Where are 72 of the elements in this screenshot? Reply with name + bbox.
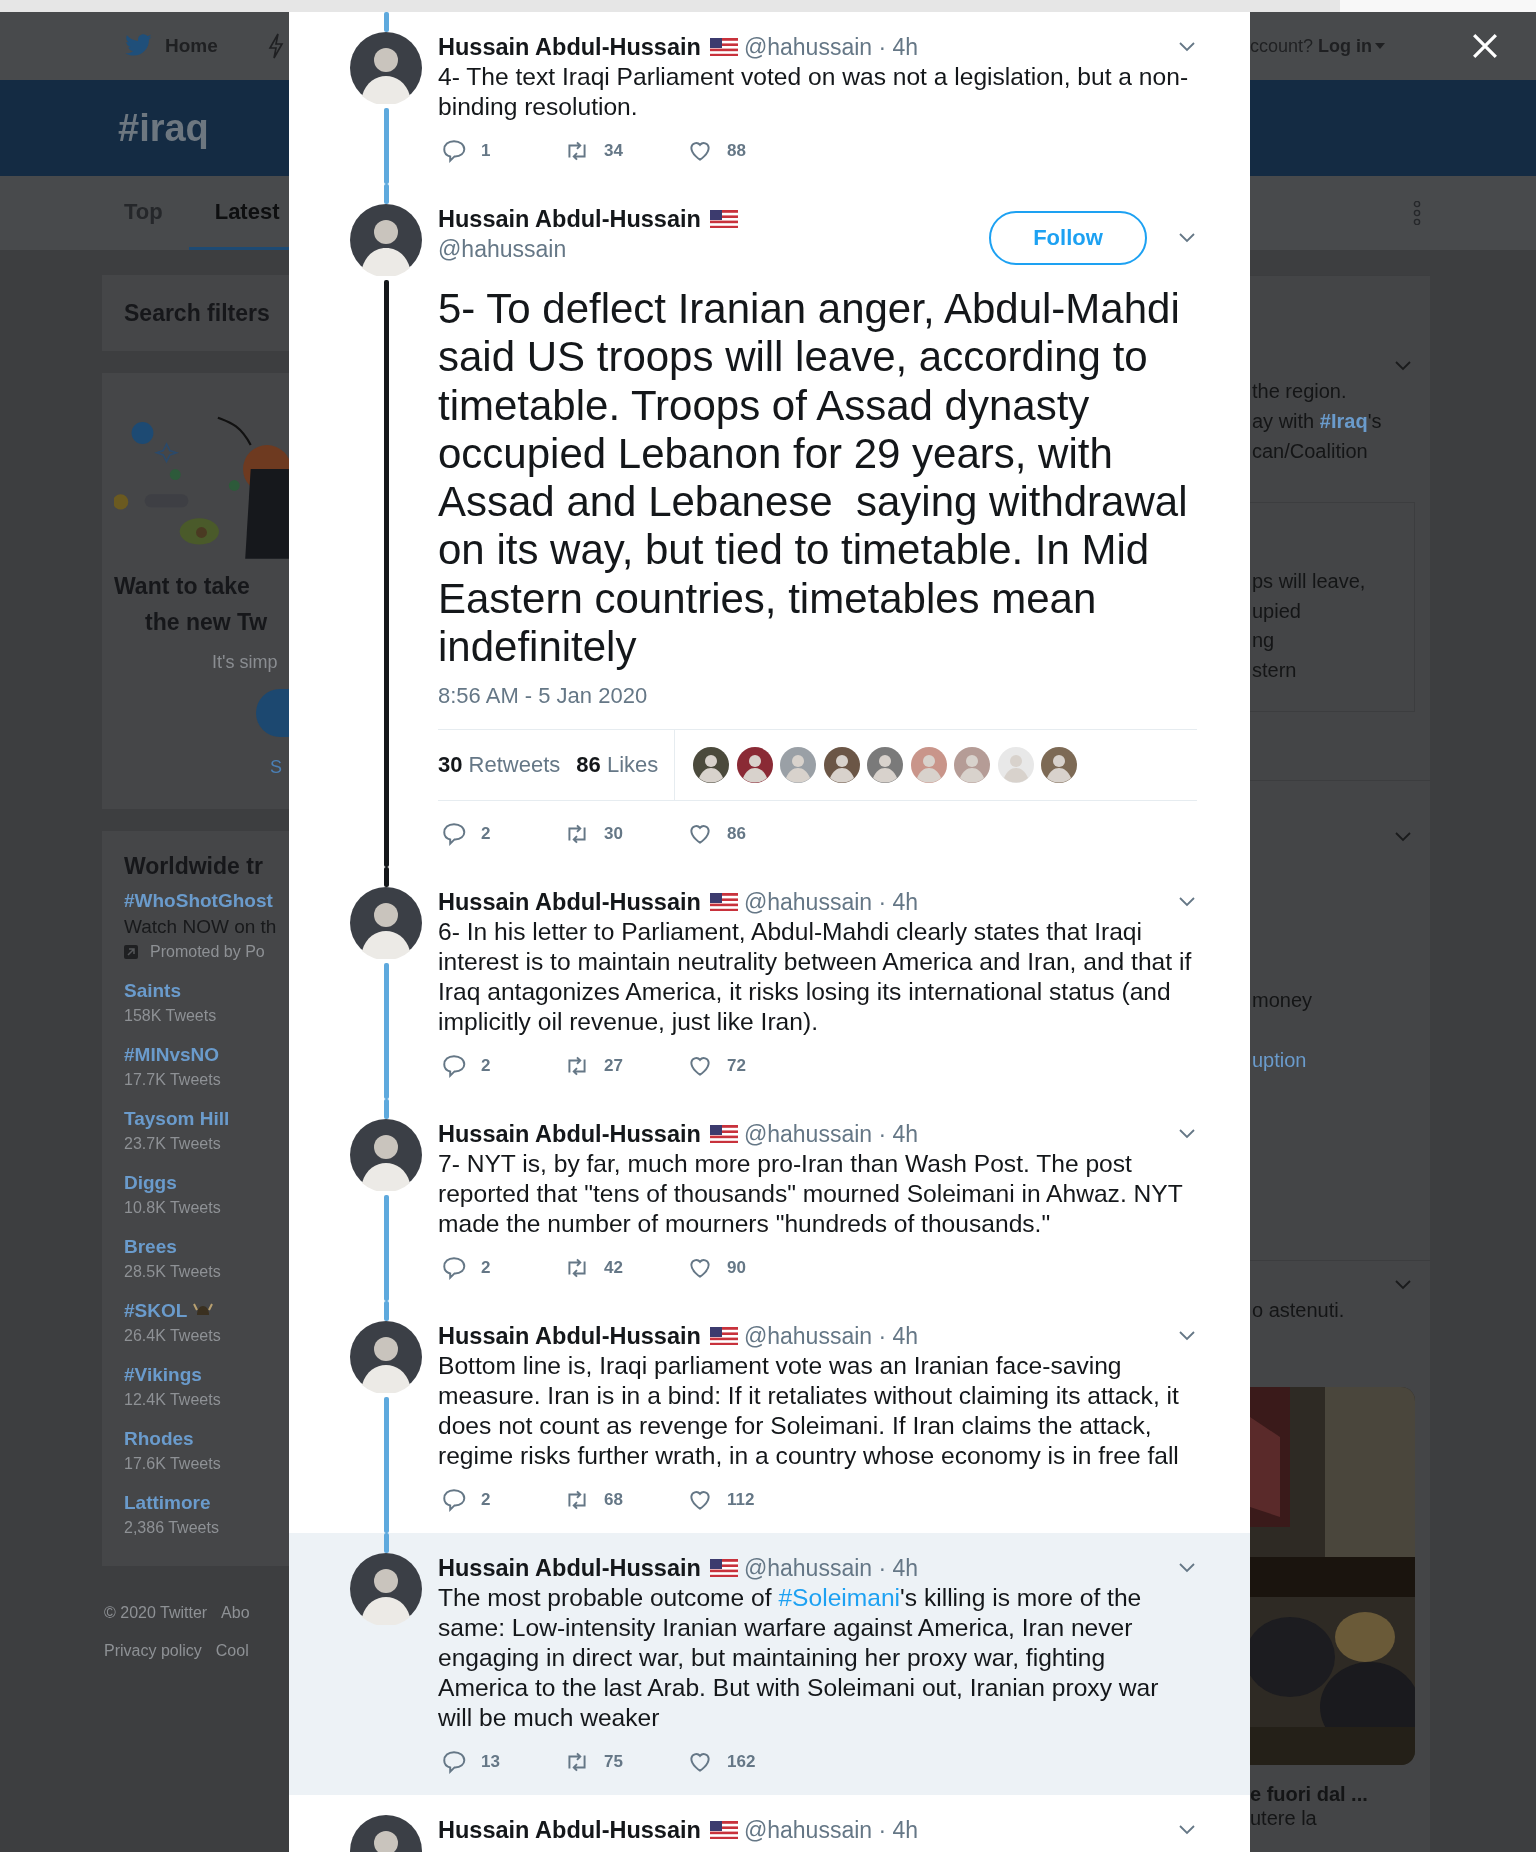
tweet-text: 5- To deflect Iranian anger, Abdul-Mahdi said US troops will leave, according to timetable. Troops of Assad dynasty occupied Lebanon for 29 years, with Assad and Lebanese saying withdrawal on its way, but tied to timetable. In Mid Eastern countries, timetables mean indefinitely xyxy=(438,285,1189,672)
trend-link[interactable]: #Vikings xyxy=(124,1362,202,1388)
tweet-count: 17.6K Tweets xyxy=(124,1454,222,1474)
action-count: 13 xyxy=(481,1752,500,1773)
tweet-meta[interactable]: @hahussain · 4h xyxy=(743,1321,919,1352)
author-name[interactable]: Hussain Abdul-Hussain xyxy=(438,205,701,233)
tweet-meta[interactable]: @hahussain · 4h xyxy=(743,32,919,62)
hashtag-link[interactable]: uption xyxy=(1252,1049,1307,1071)
action-count: 112 xyxy=(727,1490,755,1511)
follow-button[interactable]: Follow xyxy=(989,211,1147,265)
tweet-count: 23.7K Tweets xyxy=(124,1134,222,1154)
trend-link[interactable]: Lattimore xyxy=(124,1490,211,1516)
author-name[interactable]: Hussain Abdul-Hussain xyxy=(438,888,701,916)
action-count: 2 xyxy=(481,1258,491,1279)
page-title: #iraq xyxy=(118,106,209,150)
author-name[interactable]: Hussain Abdul-Hussain xyxy=(438,1322,701,1350)
tweet-meta[interactable]: @hahussain · 4h xyxy=(743,1815,919,1846)
stat-link[interactable]: 86 Likes xyxy=(576,752,659,779)
footer-link[interactable]: © 2020 Twitter xyxy=(104,1600,208,1626)
author-name[interactable]: Hussain Abdul-Hussain xyxy=(438,1816,701,1844)
trend-link[interactable]: Diggs xyxy=(124,1170,177,1196)
action-count: 27 xyxy=(604,1056,623,1077)
tweet-text: 6- In his letter to Parliament, Abdul-Mahdi clearly states that Iraqi interest is to maintain neutrality between America and Iran, and that if Iraq antagonizes America, it risks losing its international status (and implicitly oil revenue, just like Iran). xyxy=(438,917,1193,1038)
tweet-meta[interactable]: @hahussain · 4h xyxy=(743,887,919,918)
tweet-count: 17.7K Tweets xyxy=(124,1070,222,1090)
tweet-text: The most probable outcome of #Soleimani's killing is more of the same: Low-intensity Iranian warfare against America, Iran never engaging in direct war, but maintaining her proxy war, fighting America to the last Arab. But with Soleimani out, Iranian proxy war will be much weaker xyxy=(438,1583,1160,1734)
promo-link[interactable]: S xyxy=(114,757,289,778)
stat-link[interactable]: 30 Retweets xyxy=(438,752,561,779)
action-count: 162 xyxy=(727,1752,756,1773)
author-name[interactable]: Hussain Abdul-Hussain xyxy=(438,33,701,61)
action-count: 88 xyxy=(727,141,746,161)
trend-link[interactable]: #WhoShotGhost xyxy=(124,888,289,914)
promo-subtitle: It's simp xyxy=(211,652,279,673)
tweet-text: Bottom line is, Iraqi parliament vote was an Iranian face-saving measure. Iran is in a bind: If it retaliates without claiming its attack, it does not count as revenge for Soleimani. If Iran claims the attack, regime risks further wrath, in a country whose economy is in free fall xyxy=(438,1351,1180,1472)
tweet-text: 4- The text Iraqi Parliament voted on was not a legislation, but a non-binding resolution. xyxy=(438,62,1190,122)
tweet-count: 158K Tweets xyxy=(124,1006,218,1026)
tweet-meta[interactable]: @hahussain · 4h xyxy=(743,1553,919,1584)
author-name[interactable]: Hussain Abdul-Hussain xyxy=(438,1120,701,1148)
tweet-meta[interactable]: @hahussain · 4h xyxy=(743,1119,919,1150)
action-count: 2 xyxy=(481,1056,491,1077)
tweet-count: 26.4K Tweets xyxy=(124,1326,222,1346)
action-count: 1 xyxy=(481,141,491,161)
tweet-text: 7- NYT is, by far, much more pro-Iran than Wash Post. The post reported that "tens of thousands" mourned Soleimani in Ahwaz. NYT made the number of mourners "hundreds of thousands." xyxy=(438,1149,1184,1240)
footer-link[interactable]: Privacy policy xyxy=(104,1638,202,1664)
trend-link[interactable]: Taysom Hill xyxy=(124,1106,230,1132)
footer-link[interactable]: Cool xyxy=(215,1638,249,1664)
action-count: 2 xyxy=(481,824,491,845)
tweet-count: 12.4K Tweets xyxy=(124,1390,222,1410)
hashtag-link[interactable]: #Soleimani xyxy=(778,1584,901,1612)
tweet-count: 28.5K Tweets xyxy=(124,1262,222,1282)
action-count: 30 xyxy=(604,824,623,845)
hashtag-link[interactable]: #Iraq xyxy=(1319,410,1368,432)
action-count: 42 xyxy=(604,1258,623,1279)
action-count: 68 xyxy=(604,1490,623,1511)
action-count: 90 xyxy=(727,1258,746,1279)
timestamp[interactable]: 8:56 AM - 5 Jan 2020 xyxy=(438,683,1197,710)
trend-link[interactable]: #MINvsNO xyxy=(124,1042,220,1068)
tweet-count: 10.8K Tweets xyxy=(124,1198,222,1218)
tweet-count: 2,386 Tweets xyxy=(124,1518,220,1538)
trend-link[interactable]: #SKOL xyxy=(124,1298,188,1324)
action-count: 75 xyxy=(604,1752,623,1773)
author-name[interactable]: Hussain Abdul-Hussain xyxy=(438,1554,701,1582)
trend-link[interactable]: Saints xyxy=(124,978,182,1004)
action-count: 86 xyxy=(727,824,746,845)
trend-link[interactable]: Rhodes xyxy=(124,1426,194,1452)
footer-link[interactable]: Abo xyxy=(221,1600,250,1626)
promoted-label: Promoted by Po xyxy=(150,942,265,962)
username[interactable]: @hahussain xyxy=(438,234,989,264)
action-count: 2 xyxy=(481,1490,491,1511)
action-count: 34 xyxy=(604,141,623,161)
action-count: 72 xyxy=(727,1056,746,1077)
trend-link[interactable]: Brees xyxy=(124,1234,177,1260)
